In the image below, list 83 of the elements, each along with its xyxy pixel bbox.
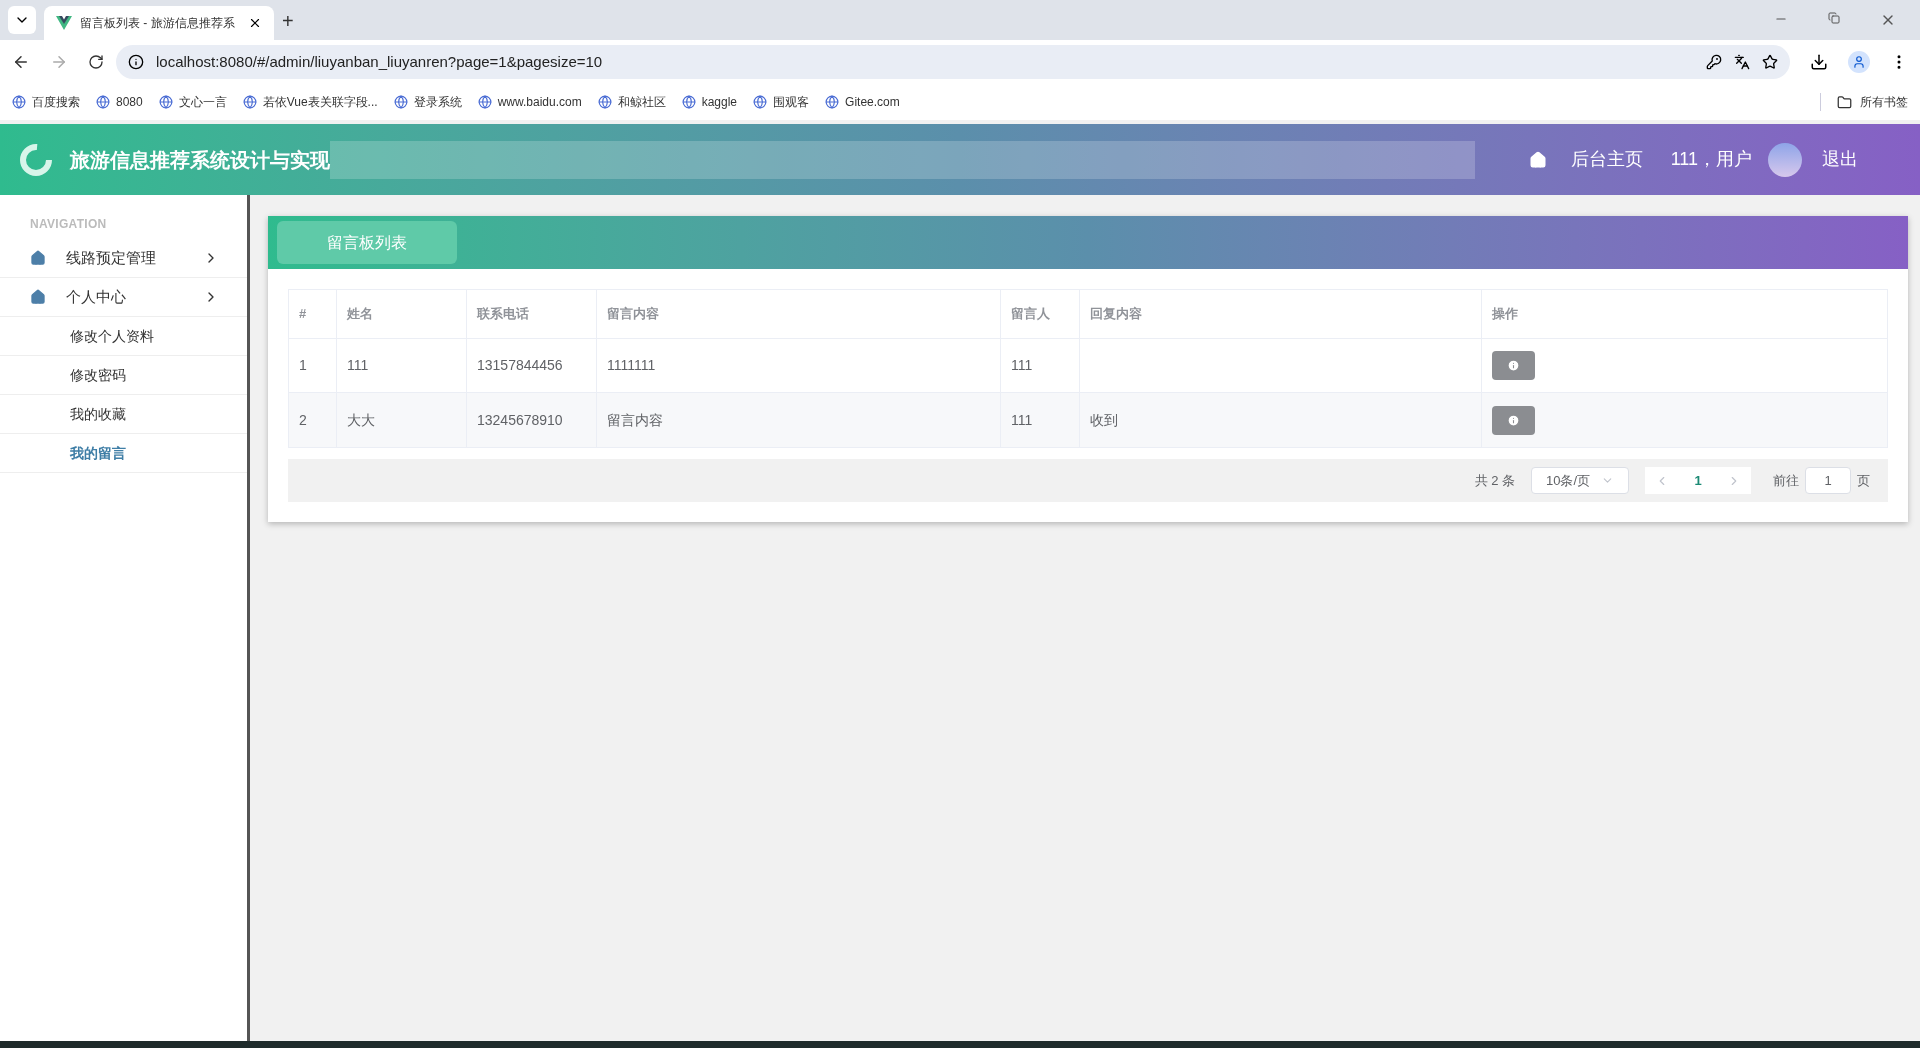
home-link[interactable]: 后台主页 — [1570, 146, 1643, 173]
bookmark[interactable]: 和鲸社区 — [597, 93, 666, 111]
home-icon[interactable] — [1528, 150, 1547, 169]
bookmark[interactable]: 登录系统 — [393, 93, 462, 111]
logo-icon — [18, 141, 54, 178]
reload-icon[interactable] — [88, 54, 104, 70]
app-title: 旅游信息推荐系统设计与实现 — [70, 147, 330, 173]
all-bookmarks[interactable]: 所有书签 — [1820, 93, 1908, 111]
page-number[interactable]: 1 — [1694, 470, 1702, 491]
menu-item[interactable]: 个人中心 — [0, 278, 247, 317]
info-icon — [128, 54, 144, 70]
column-header: 回复内容 — [1080, 290, 1482, 338]
bookmark[interactable]: 若依Vue表关联字段... — [242, 93, 378, 111]
globe-icon — [242, 95, 257, 109]
column-header: 留言人 — [1001, 290, 1080, 338]
bookmark[interactable]: 百度搜索 — [12, 93, 80, 111]
column-header: # — [289, 290, 337, 338]
detail-button[interactable] — [1492, 405, 1535, 435]
globe-icon — [753, 95, 768, 109]
new-tab-button[interactable]: + — [282, 11, 294, 31]
bookmark[interactable]: Gitee.com — [825, 93, 900, 111]
globe-icon — [393, 95, 408, 109]
info-icon — [1507, 413, 1520, 427]
globe-icon — [681, 95, 696, 109]
translate-icon[interactable] — [1734, 54, 1750, 70]
star-icon[interactable] — [1762, 54, 1778, 70]
v-logo-icon — [56, 16, 72, 30]
submenu-item[interactable]: 修改个人资料 — [0, 317, 247, 356]
goto-label: 前往 — [1773, 471, 1799, 490]
globe-icon — [825, 95, 840, 109]
bookmark[interactable]: kaggle — [681, 93, 738, 111]
logout-link[interactable]: 退出 — [1822, 146, 1858, 173]
table-cell-text: 111 — [347, 356, 369, 375]
bookmark[interactable]: 围观客 — [753, 93, 810, 111]
column-header: 联系电话 — [467, 290, 597, 338]
page-input[interactable]: 1 — [1805, 467, 1851, 494]
avatar[interactable] — [1768, 142, 1802, 177]
url-text: localhost:8080/#/admin/liuyanban_liuyanren?page=1&pagesize=10 — [156, 51, 604, 72]
globe-icon — [158, 95, 173, 109]
globe-icon — [12, 95, 26, 109]
table-cell-text: 1 — [299, 356, 307, 375]
folder-icon — [1837, 94, 1852, 110]
tab-list-button[interactable] — [8, 6, 36, 34]
column-header: 留言内容 — [597, 290, 1001, 338]
submenu-item[interactable]: 修改密码 — [0, 356, 247, 395]
download-icon[interactable] — [1810, 53, 1828, 71]
globe-icon — [96, 95, 110, 109]
bookmark[interactable]: 文心一言 — [158, 93, 227, 111]
table-cell-text: 111 — [1011, 356, 1033, 375]
column-header: 姓名 — [337, 290, 467, 338]
submenu-item[interactable]: 我的留言 — [0, 434, 247, 473]
table-cell-text: 收到 — [1090, 410, 1118, 430]
home-icon — [30, 250, 46, 266]
close-icon[interactable] — [248, 16, 262, 30]
table-cell-text: 留言内容 — [607, 410, 663, 430]
bookmark[interactable]: 8080 — [96, 93, 143, 111]
globe-icon — [477, 95, 492, 109]
user-name: 111，用户 — [1670, 148, 1752, 171]
browser-tab[interactable]: 留言板列表 - 旅游信息推荐系 — [44, 6, 274, 40]
profile-icon[interactable] — [1848, 51, 1870, 73]
column-header: 操作 — [1491, 305, 1519, 324]
key-icon[interactable] — [1706, 54, 1722, 70]
restore-icon[interactable] — [1828, 12, 1840, 24]
page-size-select[interactable]: 10条/页 — [1531, 467, 1629, 494]
address-bar[interactable]: localhost:8080/#/admin/liuyanban_liuyanren?page=1&pagesize=10 — [116, 45, 1790, 79]
tab-title: 留言板列表 - 旅游信息推荐系 — [80, 15, 236, 32]
back-icon[interactable] — [12, 53, 30, 71]
table-cell-text: 1111111 — [607, 356, 656, 375]
home-icon — [30, 289, 46, 305]
table-cell-text: 13245678910 — [477, 410, 563, 430]
table-cell-text: 2 — [299, 410, 307, 430]
nav-heading: NAVIGATION — [29, 216, 108, 233]
globe-icon — [597, 95, 612, 109]
info-icon — [1507, 359, 1520, 372]
table-cell-text: 大大 — [347, 410, 375, 430]
detail-button[interactable] — [1492, 351, 1535, 380]
table-cell-text: 111 — [1011, 410, 1033, 430]
menu-item[interactable]: 线路预定管理 — [0, 239, 247, 278]
submenu-item[interactable]: 我的收藏 — [0, 395, 247, 434]
table-cell-text: 13157844456 — [477, 356, 563, 375]
total-count: 共 2 条 — [1474, 471, 1515, 490]
bookmark[interactable]: www.baidu.com — [477, 93, 582, 111]
goto-suffix: 页 — [1857, 471, 1870, 490]
